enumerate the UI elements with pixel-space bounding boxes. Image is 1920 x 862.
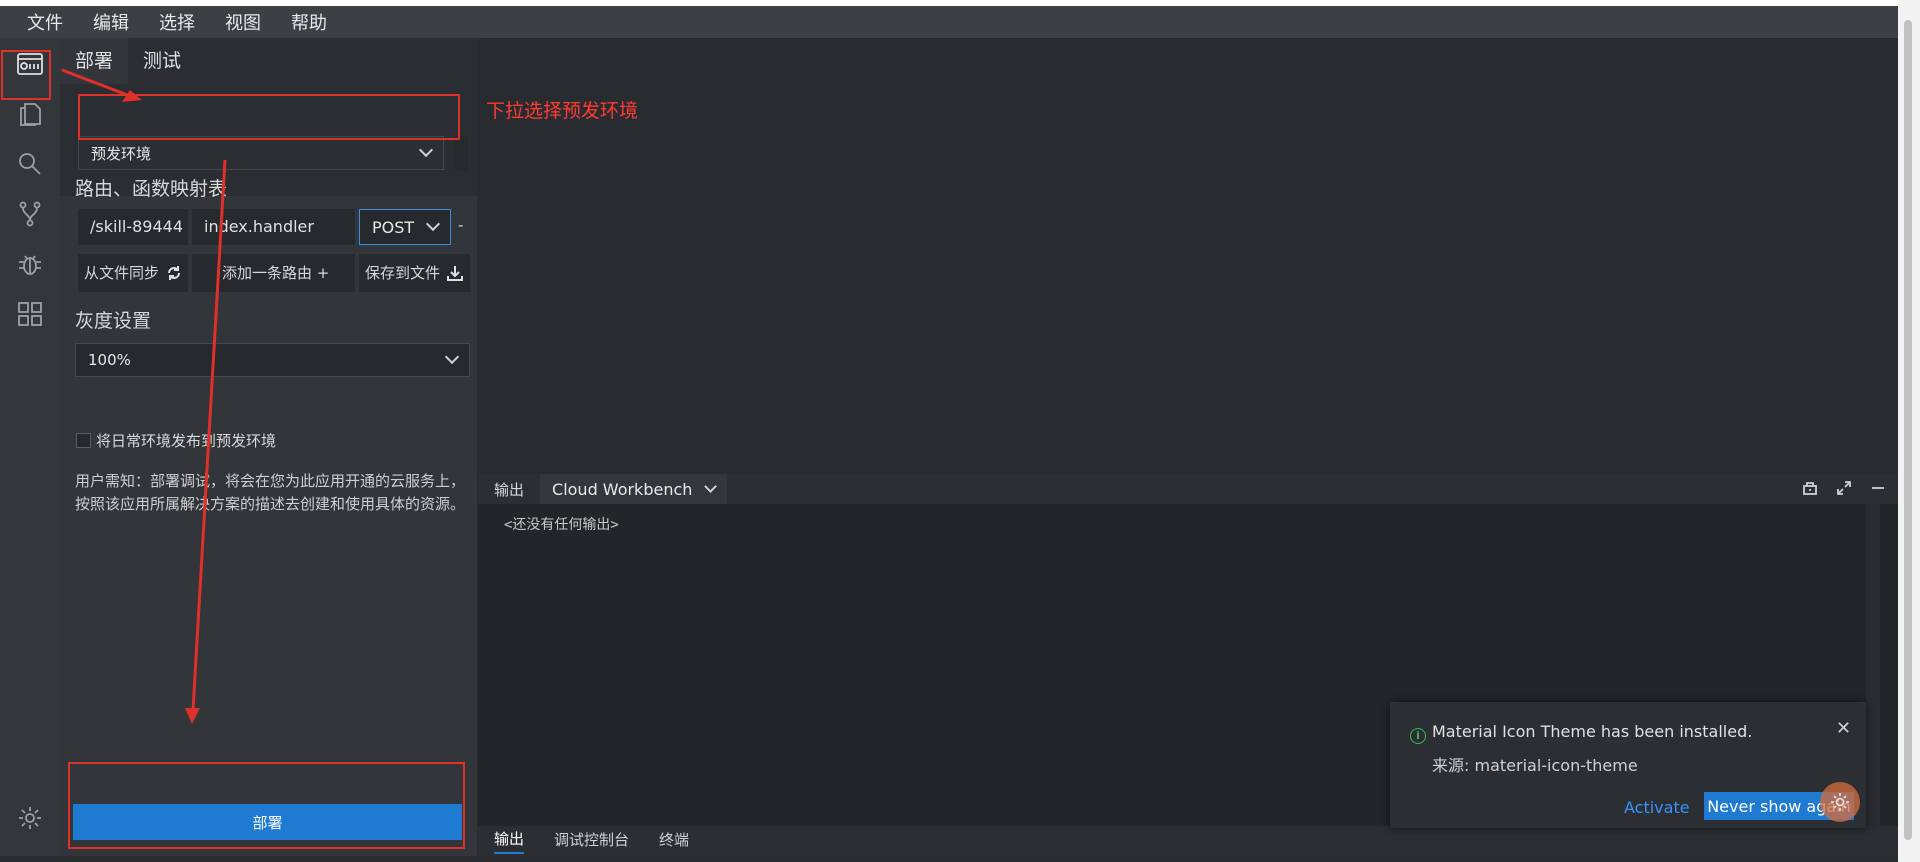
route-path-field[interactable]: /skill-89444 [78, 209, 188, 245]
sync-icon [168, 266, 181, 280]
status-bar [0, 856, 1898, 862]
output-channel-select[interactable]: Cloud Workbench [540, 474, 728, 504]
output-label: 输出 [494, 480, 525, 499]
source-control-icon[interactable] [14, 198, 46, 230]
add-route-button[interactable]: 添加一条路由 + [192, 254, 355, 292]
output-scrollbar[interactable] [1866, 504, 1880, 826]
save-to-file-label: 保存到文件 [365, 264, 441, 282]
menubar: 文件 编辑 选择 视图 帮助 [0, 6, 1898, 38]
chevron-down-icon [704, 480, 718, 493]
maximize-icon[interactable] [1836, 480, 1852, 496]
lock-scroll-icon[interactable] [1802, 480, 1818, 496]
minimize-icon[interactable] [1870, 480, 1886, 496]
chevron-down-icon [418, 142, 434, 158]
activate-button[interactable]: Activate [1624, 798, 1690, 817]
user-notice: 用户需知：部署调试，将会在您为此应用开通的云服务上，按照该应用所属解决方案的描述… [75, 472, 466, 513]
bottom-tab-terminal[interactable]: 终端 [659, 829, 689, 853]
menu-edit[interactable]: 编辑 [93, 9, 129, 35]
route-method-value: POST [372, 217, 415, 237]
download-icon [447, 266, 464, 281]
window-scrollbar[interactable] [1898, 0, 1920, 862]
notification-toast: i Material Icon Theme has been installed… [1390, 702, 1866, 828]
chevron-down-icon [444, 349, 460, 365]
window-scrollbar-thumb[interactable] [1904, 20, 1912, 840]
tab-deploy[interactable]: 部署 [60, 38, 129, 84]
deploy-panel-icon[interactable] [14, 48, 46, 80]
route-remove-icon[interactable]: - [458, 216, 463, 234]
bottom-tab-output[interactable]: 输出 [494, 828, 525, 854]
deploy-annotation-box: 部署 [68, 762, 465, 849]
search-icon[interactable] [14, 148, 46, 180]
add-route-label: 添加一条路由 + [222, 264, 330, 282]
info-icon: i [1410, 728, 1426, 744]
deploy-side-panel: 部署 测试 预发环境 路由、函数映射表 /skill-89444 index.h… [60, 38, 478, 856]
bottom-tab-debug-console[interactable]: 调试控制台 [554, 829, 629, 853]
annotation-hint: 下拉选择预发环境 [486, 100, 639, 122]
sync-from-file-button[interactable]: 从文件同步 [78, 254, 188, 292]
notification-gear-icon[interactable] [1820, 782, 1860, 822]
tab-test[interactable]: 测试 [128, 38, 196, 84]
gray-percent-select[interactable]: 100% [75, 343, 470, 377]
gray-title: 灰度设置 [75, 310, 152, 332]
notification-message: Material Icon Theme has been installed. [1432, 722, 1753, 741]
output-channel-value: Cloud Workbench [552, 479, 693, 499]
app-window: 文件 编辑 选择 视图 帮助 部署 测试 预发环境 路由、函数映射表 /skil… [0, 0, 1920, 862]
notification-source: 来源: material-icon-theme [1432, 756, 1638, 775]
deploy-button[interactable]: 部署 [73, 804, 462, 840]
environment-select-value: 预发环境 [91, 144, 152, 163]
menu-file[interactable]: 文件 [27, 9, 63, 35]
output-panel-header: 输出 Cloud Workbench [478, 474, 1898, 504]
route-handler-field[interactable]: index.handler [192, 209, 355, 245]
extensions-icon[interactable] [14, 298, 46, 330]
bottom-panel-tabs: 输出 调试控制台 终端 [478, 826, 1898, 856]
publish-to-pre-checkbox-row: 将日常环境发布到预发环境 [76, 430, 276, 451]
publish-to-pre-label: 将日常环境发布到预发环境 [96, 432, 277, 450]
environment-select[interactable]: 预发环境 [78, 136, 444, 170]
side-tabs: 部署 测试 [60, 38, 478, 84]
settings-gear-icon[interactable] [14, 802, 46, 834]
output-empty-text: <还没有任何输出> [504, 517, 619, 533]
menu-help[interactable]: 帮助 [291, 9, 327, 35]
sync-from-file-label: 从文件同步 [84, 264, 160, 282]
publish-to-pre-checkbox[interactable] [76, 433, 91, 448]
menu-selection[interactable]: 选择 [159, 9, 195, 35]
save-to-file-button[interactable]: 保存到文件 [359, 254, 470, 292]
environment-select-side [454, 136, 468, 170]
routes-title: 路由、函数映射表 [75, 178, 228, 200]
close-icon[interactable]: ✕ [1836, 718, 1851, 739]
editor-area [478, 38, 1898, 474]
route-method-select[interactable]: POST [359, 209, 451, 245]
chevron-down-icon [425, 216, 441, 232]
explorer-icon[interactable] [14, 98, 46, 130]
gray-percent-value: 100% [88, 351, 131, 369]
debug-icon[interactable] [14, 248, 46, 280]
menu-view[interactable]: 视图 [225, 9, 261, 35]
activity-bar [0, 38, 60, 856]
output-panel-actions [1802, 480, 1886, 496]
